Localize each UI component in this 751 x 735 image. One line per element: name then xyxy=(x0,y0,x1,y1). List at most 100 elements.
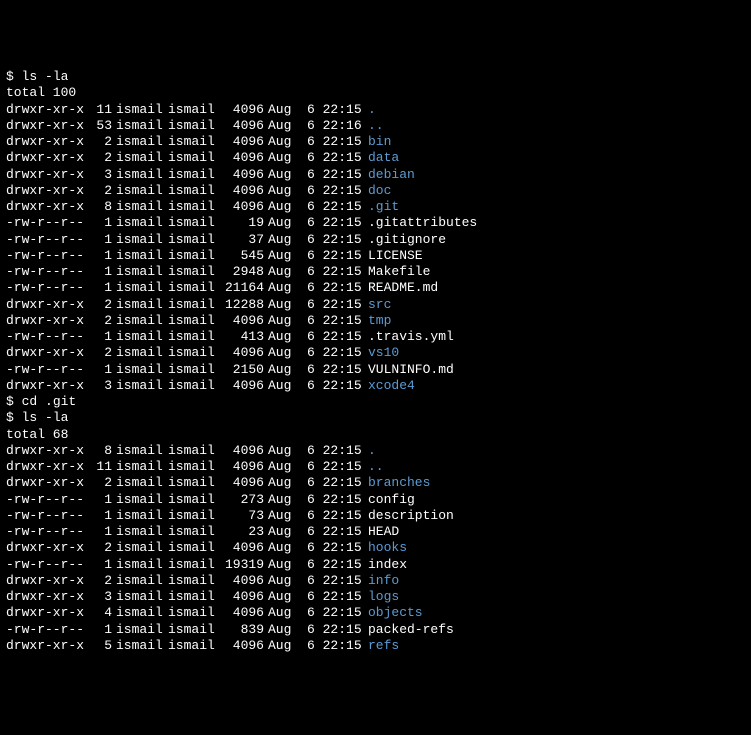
file-name: config xyxy=(364,492,415,508)
file-size: 4096 xyxy=(216,475,264,491)
group-name: ismail xyxy=(164,297,216,313)
owner-name: ismail xyxy=(112,329,164,345)
file-size: 73 xyxy=(216,508,264,524)
file-size: 4096 xyxy=(216,459,264,475)
date-modified: Aug 6 22:15 xyxy=(264,313,364,329)
directory-name: logs xyxy=(364,589,399,605)
owner-name: ismail xyxy=(112,345,164,361)
group-name: ismail xyxy=(164,118,216,134)
file-name: .gitignore xyxy=(364,232,446,248)
owner-name: ismail xyxy=(112,638,164,654)
owner-name: ismail xyxy=(112,134,164,150)
link-count: 2 xyxy=(88,475,112,491)
permissions: drwxr-xr-x xyxy=(6,443,88,459)
permissions: drwxr-xr-x xyxy=(6,102,88,118)
file-size: 21164 xyxy=(216,280,264,296)
listing-row: drwxr-xr-x2ismailismail4096Aug 6 22:15tm… xyxy=(6,313,745,329)
link-count: 1 xyxy=(88,492,112,508)
permissions: drwxr-xr-x xyxy=(6,183,88,199)
permissions: drwxr-xr-x xyxy=(6,638,88,654)
link-count: 3 xyxy=(88,167,112,183)
date-modified: Aug 6 22:15 xyxy=(264,475,364,491)
group-name: ismail xyxy=(164,362,216,378)
link-count: 2 xyxy=(88,134,112,150)
link-count: 4 xyxy=(88,605,112,621)
permissions: -rw-r--r-- xyxy=(6,622,88,638)
date-modified: Aug 6 22:15 xyxy=(264,378,364,394)
owner-name: ismail xyxy=(112,264,164,280)
link-count: 2 xyxy=(88,313,112,329)
listing-row: -rw-r--r--1ismailismail21164Aug 6 22:15R… xyxy=(6,280,745,296)
listing-row: drwxr-xr-x2ismailismail4096Aug 6 22:15do… xyxy=(6,183,745,199)
date-modified: Aug 6 22:15 xyxy=(264,638,364,654)
group-name: ismail xyxy=(164,475,216,491)
directory-name: doc xyxy=(364,183,391,199)
listing-row: -rw-r--r--1ismailismail413Aug 6 22:15.tr… xyxy=(6,329,745,345)
permissions: drwxr-xr-x xyxy=(6,297,88,313)
file-size: 4096 xyxy=(216,167,264,183)
group-name: ismail xyxy=(164,573,216,589)
date-modified: Aug 6 22:15 xyxy=(264,345,364,361)
file-size: 4096 xyxy=(216,199,264,215)
group-name: ismail xyxy=(164,492,216,508)
link-count: 2 xyxy=(88,183,112,199)
listing-row: drwxr-xr-x3ismailismail4096Aug 6 22:15xc… xyxy=(6,378,745,394)
listing-row: drwxr-xr-x2ismailismail4096Aug 6 22:15br… xyxy=(6,475,745,491)
date-modified: Aug 6 22:15 xyxy=(264,508,364,524)
file-size: 4096 xyxy=(216,540,264,556)
permissions: drwxr-xr-x xyxy=(6,540,88,556)
permissions: -rw-r--r-- xyxy=(6,248,88,264)
file-size: 37 xyxy=(216,232,264,248)
date-modified: Aug 6 22:15 xyxy=(264,134,364,150)
date-modified: Aug 6 22:15 xyxy=(264,215,364,231)
command-text: cd .git xyxy=(22,394,77,410)
file-size: 4096 xyxy=(216,573,264,589)
group-name: ismail xyxy=(164,508,216,524)
terminal-output[interactable]: $ ls -latotal 100drwxr-xr-x11ismailismai… xyxy=(6,69,745,654)
file-name: packed-refs xyxy=(364,622,454,638)
permissions: drwxr-xr-x xyxy=(6,134,88,150)
group-name: ismail xyxy=(164,167,216,183)
link-count: 8 xyxy=(88,443,112,459)
date-modified: Aug 6 22:15 xyxy=(264,362,364,378)
group-name: ismail xyxy=(164,199,216,215)
date-modified: Aug 6 22:15 xyxy=(264,150,364,166)
owner-name: ismail xyxy=(112,280,164,296)
directory-name: bin xyxy=(364,134,391,150)
file-size: 4096 xyxy=(216,605,264,621)
owner-name: ismail xyxy=(112,540,164,556)
file-name: README.md xyxy=(364,280,438,296)
directory-name: .git xyxy=(364,199,399,215)
listing-row: -rw-r--r--1ismailismail545Aug 6 22:15LIC… xyxy=(6,248,745,264)
total-line: total 100 xyxy=(6,85,745,101)
file-size: 4096 xyxy=(216,118,264,134)
permissions: drwxr-xr-x xyxy=(6,573,88,589)
link-count: 5 xyxy=(88,638,112,654)
listing-row: drwxr-xr-x8ismailismail4096Aug 6 22:15. xyxy=(6,443,745,459)
group-name: ismail xyxy=(164,638,216,654)
file-size: 4096 xyxy=(216,443,264,459)
listing-row: drwxr-xr-x2ismailismail12288Aug 6 22:15s… xyxy=(6,297,745,313)
group-name: ismail xyxy=(164,183,216,199)
directory-name: info xyxy=(364,573,399,589)
permissions: drwxr-xr-x xyxy=(6,605,88,621)
total-line: total 68 xyxy=(6,427,745,443)
link-count: 1 xyxy=(88,264,112,280)
listing-row: drwxr-xr-x3ismailismail4096Aug 6 22:15de… xyxy=(6,167,745,183)
listing-row: drwxr-xr-x3ismailismail4096Aug 6 22:15lo… xyxy=(6,589,745,605)
permissions: -rw-r--r-- xyxy=(6,557,88,573)
link-count: 1 xyxy=(88,248,112,264)
directory-name: debian xyxy=(364,167,415,183)
listing-row: drwxr-xr-x2ismailismail4096Aug 6 22:15ho… xyxy=(6,540,745,556)
file-name: description xyxy=(364,508,454,524)
date-modified: Aug 6 22:15 xyxy=(264,622,364,638)
link-count: 2 xyxy=(88,297,112,313)
permissions: drwxr-xr-x xyxy=(6,313,88,329)
date-modified: Aug 6 22:15 xyxy=(264,183,364,199)
group-name: ismail xyxy=(164,329,216,345)
permissions: -rw-r--r-- xyxy=(6,524,88,540)
listing-row: -rw-r--r--1ismailismail2150Aug 6 22:15VU… xyxy=(6,362,745,378)
listing-row: drwxr-xr-x2ismailismail4096Aug 6 22:15in… xyxy=(6,573,745,589)
file-size: 2948 xyxy=(216,264,264,280)
prompt-symbol: $ xyxy=(6,69,22,85)
